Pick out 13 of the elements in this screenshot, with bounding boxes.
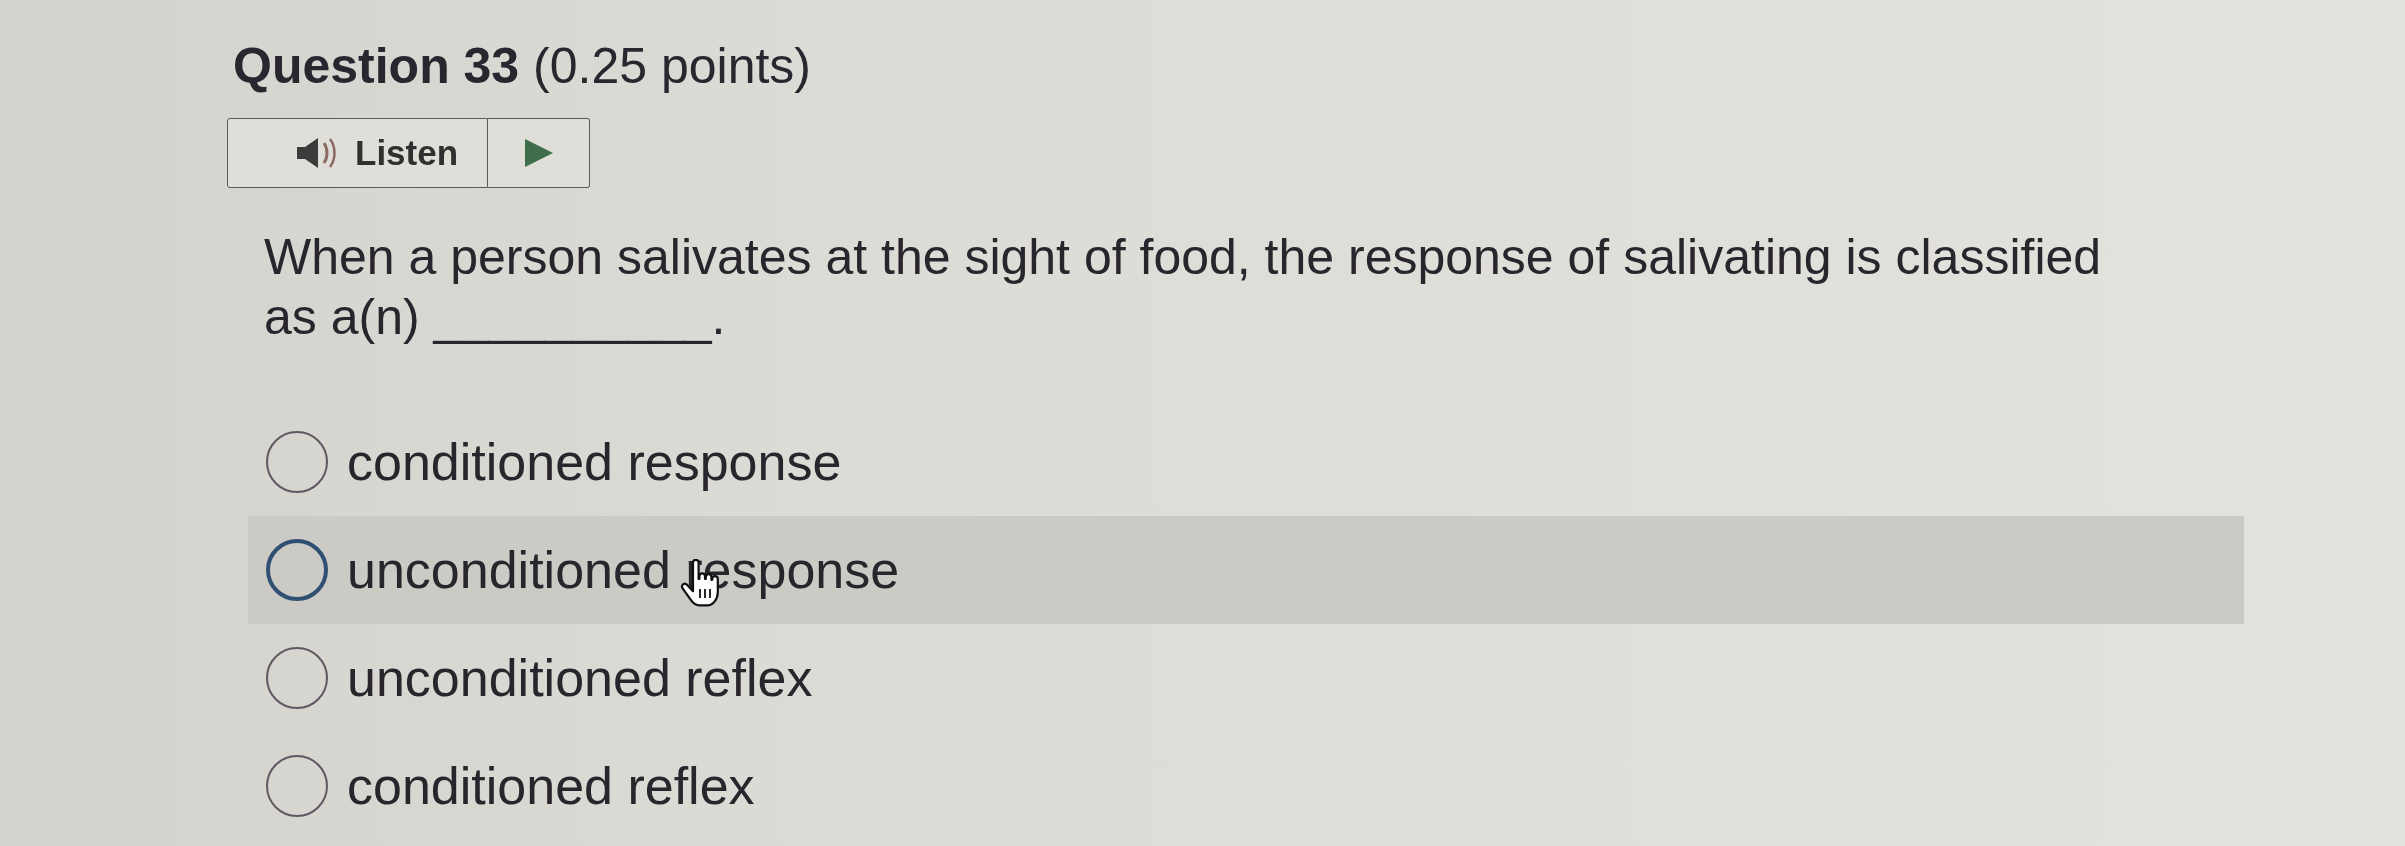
question-text: When a person salivates at the sight of food, the response of salivating is classified as a(n) __________. [264, 228, 2103, 347]
radio-button[interactable] [266, 431, 328, 493]
option-label[interactable]: conditioned reflex [347, 755, 755, 817]
option-label[interactable]: unconditioned reflex [347, 647, 813, 709]
play-button[interactable] [488, 118, 590, 188]
option-label[interactable]: conditioned response [347, 431, 842, 493]
radio-button[interactable] [266, 647, 328, 709]
listen-button[interactable]: Listen [227, 118, 488, 188]
radio-button[interactable] [266, 755, 328, 817]
question-title: Question 33 (0.25 points) [233, 37, 811, 96]
play-icon [524, 139, 553, 167]
speaker-icon [296, 137, 338, 169]
radio-button[interactable] [266, 539, 328, 601]
